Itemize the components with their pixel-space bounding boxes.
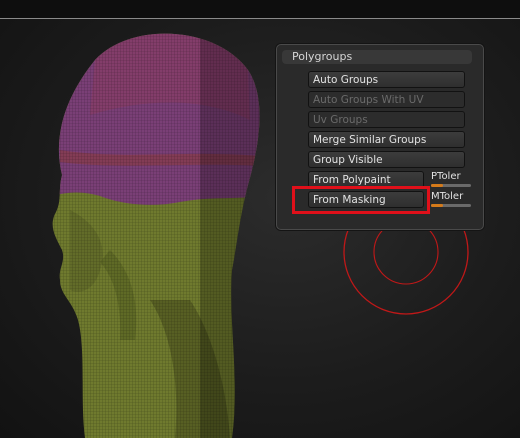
ptoler-label: PToler bbox=[431, 171, 461, 182]
from-masking-highlight-box bbox=[292, 186, 430, 214]
ptoler-slider-fill bbox=[431, 184, 443, 187]
uv-groups-button[interactable]: Uv Groups bbox=[308, 111, 465, 128]
polygroups-header[interactable]: Polygroups bbox=[282, 50, 472, 64]
mtoler-slider-fill bbox=[431, 204, 443, 207]
ptoler-slider[interactable] bbox=[431, 184, 471, 187]
merge-similar-groups-button[interactable]: Merge Similar Groups bbox=[308, 131, 465, 148]
mtoler-slider[interactable] bbox=[431, 204, 471, 207]
group-visible-button[interactable]: Group Visible bbox=[308, 151, 465, 168]
mtoler-label: MToler bbox=[431, 191, 464, 202]
top-toolbar-strip bbox=[0, 0, 520, 19]
auto-groups-button[interactable]: Auto Groups bbox=[308, 71, 465, 88]
auto-groups-with-uv-button[interactable]: Auto Groups With UV bbox=[308, 91, 465, 108]
